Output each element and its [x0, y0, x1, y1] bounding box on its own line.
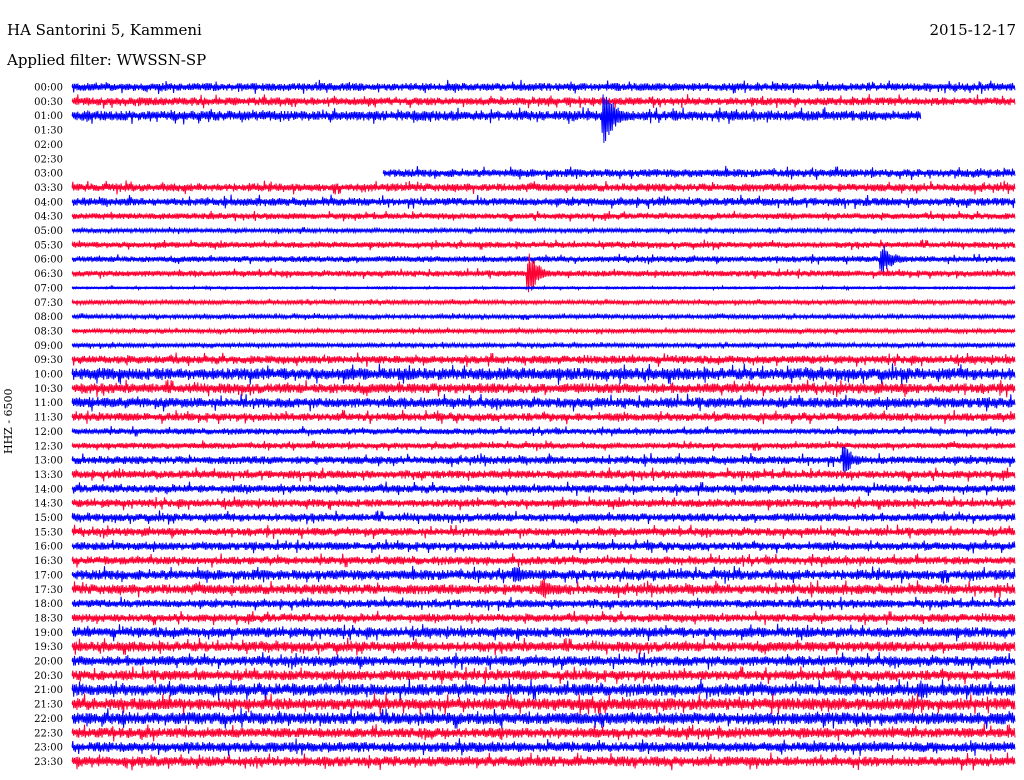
time-tick-label: 20:00	[34, 657, 63, 668]
time-tick-label: 12:00	[34, 427, 63, 438]
time-tick-label: 08:30	[34, 326, 63, 337]
time-tick-label: 15:00	[34, 513, 63, 524]
time-tick-label: 01:30	[34, 126, 63, 137]
time-tick-label: 18:30	[34, 613, 63, 624]
time-tick-label: 16:30	[34, 556, 63, 567]
time-tick-label: 07:30	[34, 298, 63, 309]
time-tick-label: 19:00	[34, 628, 63, 639]
time-tick-label: 13:00	[34, 456, 63, 467]
time-tick-label: 23:00	[34, 743, 63, 754]
time-tick-label: 11:30	[34, 413, 63, 424]
time-tick-label: 14:00	[34, 484, 63, 495]
time-tick-label: 04:00	[34, 197, 63, 208]
time-tick-label: 15:30	[34, 527, 63, 538]
time-tick-label: 18:00	[34, 599, 63, 610]
time-tick-label: 19:30	[34, 642, 63, 653]
time-tick-label: 09:00	[34, 341, 63, 352]
time-tick-label: 00:00	[34, 83, 63, 94]
time-tick-label: 16:00	[34, 542, 63, 553]
time-tick-label: 21:30	[34, 700, 63, 711]
time-tick-label: 12:30	[34, 441, 63, 452]
time-tick-label: 11:00	[34, 398, 63, 409]
time-tick-label: 03:00	[34, 169, 63, 180]
time-tick-label: 10:00	[34, 370, 63, 381]
time-tick-label: 03:30	[34, 183, 63, 194]
time-tick-label: 14:30	[34, 499, 63, 510]
time-tick-label: 13:30	[34, 470, 63, 481]
time-tick-label: 23:30	[34, 757, 63, 768]
time-tick-label: 02:00	[34, 140, 63, 151]
time-tick-label: 17:00	[34, 570, 63, 581]
time-tick-label: 10:30	[34, 384, 63, 395]
time-tick-label: 21:00	[34, 685, 63, 696]
time-tick-label: 20:30	[34, 671, 63, 682]
time-tick-label: 00:30	[34, 97, 63, 108]
time-tick-label: 17:30	[34, 585, 63, 596]
time-tick-label: 02:30	[34, 154, 63, 165]
time-tick-label: 08:00	[34, 312, 63, 323]
time-tick-label: 06:00	[34, 255, 63, 266]
seismogram-plot: 00:00 00:30 01:00 01:30 02:00 02:30 03:00 03:30…	[34, 79, 1016, 771]
time-tick-label: 01:00	[34, 111, 63, 122]
time-tick-label: 22:30	[34, 728, 63, 739]
time-tick-label: 05:30	[34, 240, 63, 251]
time-tick-label: 05:00	[34, 226, 63, 237]
time-tick-label: 06:30	[34, 269, 63, 280]
time-tick-label: 22:00	[34, 714, 63, 725]
time-tick-label: 09:30	[34, 355, 63, 366]
time-tick-label: 04:30	[34, 212, 63, 223]
time-tick-label: 07:00	[34, 283, 63, 294]
